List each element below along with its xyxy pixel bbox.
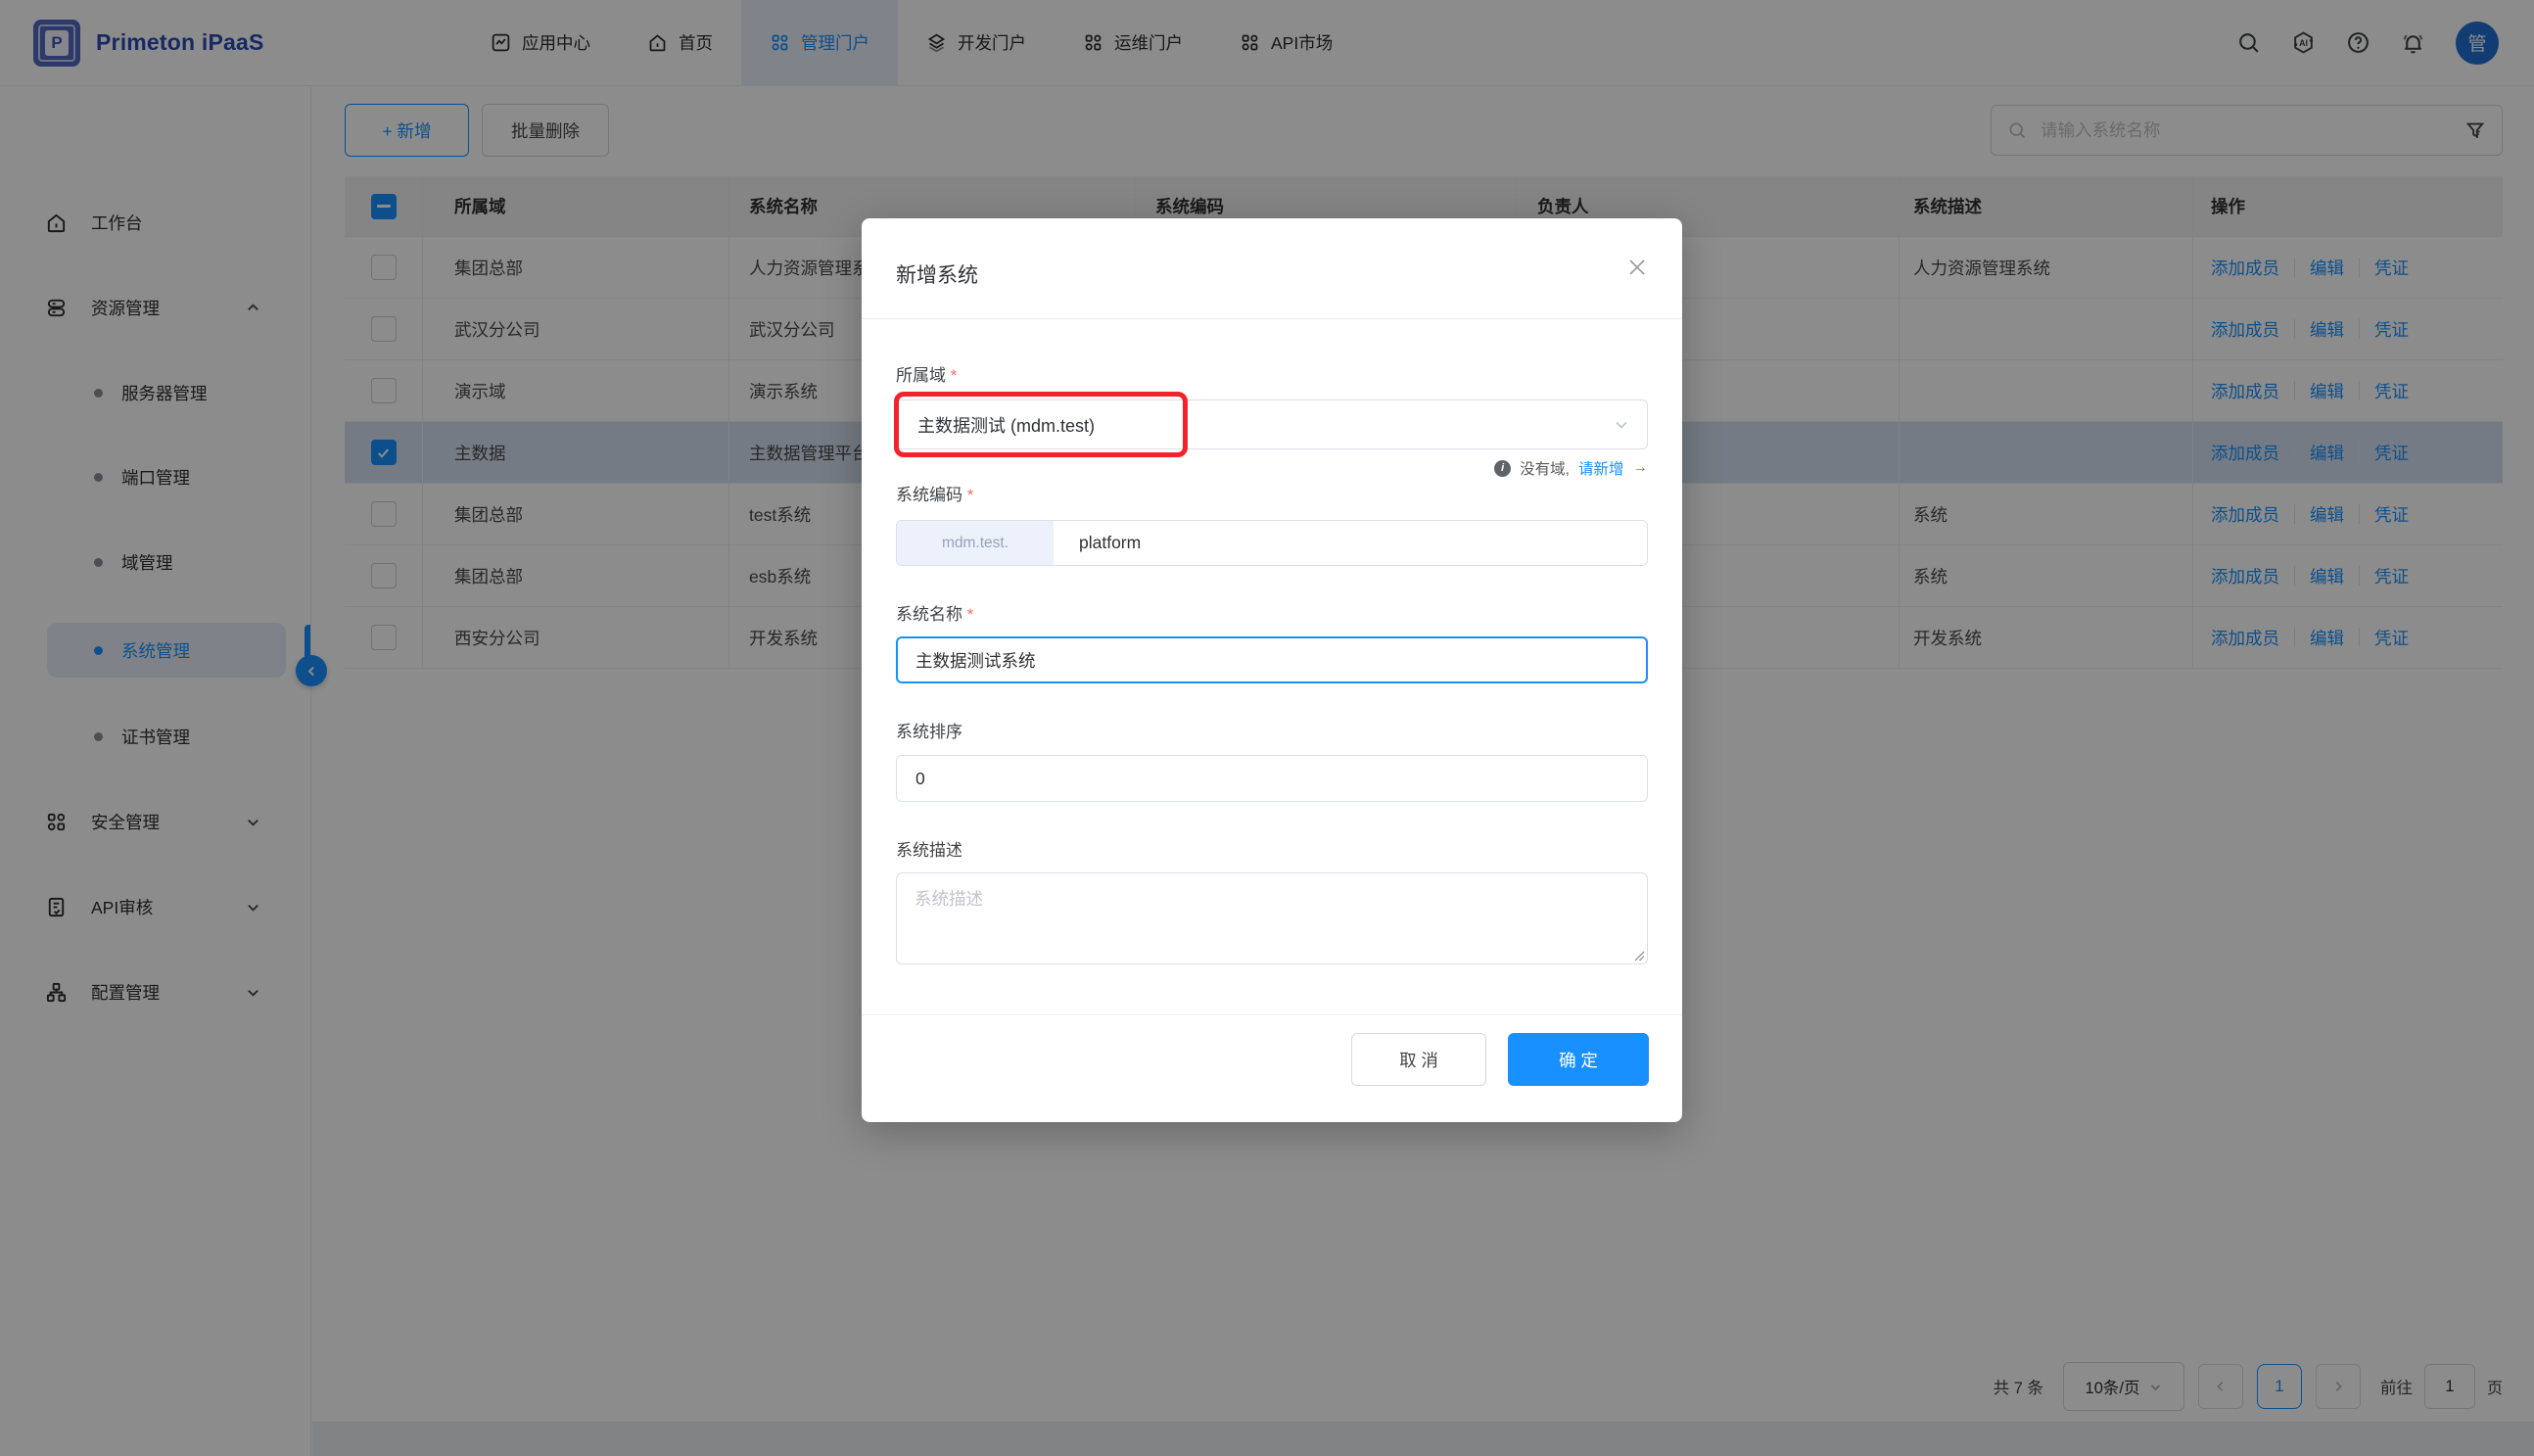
domain-select[interactable]: 主数据测试 (mdm.test) bbox=[896, 399, 1648, 449]
name-input[interactable] bbox=[896, 636, 1648, 683]
modal-header-divider bbox=[862, 318, 1682, 319]
cancel-button[interactable]: 取 消 bbox=[1351, 1033, 1486, 1086]
desc-field-label: 系统描述 bbox=[896, 836, 962, 861]
chevron-down-icon bbox=[1614, 417, 1629, 433]
name-field-label: 系统名称 bbox=[896, 600, 973, 625]
desc-textarea[interactable] bbox=[896, 872, 1648, 964]
code-prefix: mdm.test. bbox=[897, 521, 1054, 565]
code-field-label: 系统编码 bbox=[896, 481, 973, 505]
hint-text: 没有域, bbox=[1520, 457, 1570, 479]
create-domain-link[interactable]: 请新增 bbox=[1578, 457, 1624, 479]
app-root: P Primeton iPaaS 应用中心 首页 管理门户 开发门户 bbox=[0, 0, 2534, 1456]
arrow-right-icon: → bbox=[1633, 459, 1649, 477]
add-system-modal: 新增系统 所属域 主数据测试 (mdm.test) i 没有域, 请新增 → 系… bbox=[862, 218, 1682, 1122]
code-input[interactable] bbox=[1054, 521, 1647, 565]
domain-field-label: 所属域 bbox=[896, 361, 957, 386]
close-icon[interactable] bbox=[1625, 256, 1649, 279]
code-field: mdm.test. bbox=[896, 520, 1648, 566]
confirm-button[interactable]: 确 定 bbox=[1508, 1033, 1649, 1086]
order-field-label: 系统排序 bbox=[896, 718, 962, 742]
order-input[interactable] bbox=[896, 755, 1648, 802]
info-icon: i bbox=[1494, 460, 1511, 477]
modal-footer-divider bbox=[862, 1014, 1682, 1015]
domain-select-value: 主数据测试 (mdm.test) bbox=[917, 412, 1095, 438]
domain-hint: i 没有域, 请新增 → bbox=[1494, 457, 1648, 479]
modal-title: 新增系统 bbox=[896, 259, 978, 289]
